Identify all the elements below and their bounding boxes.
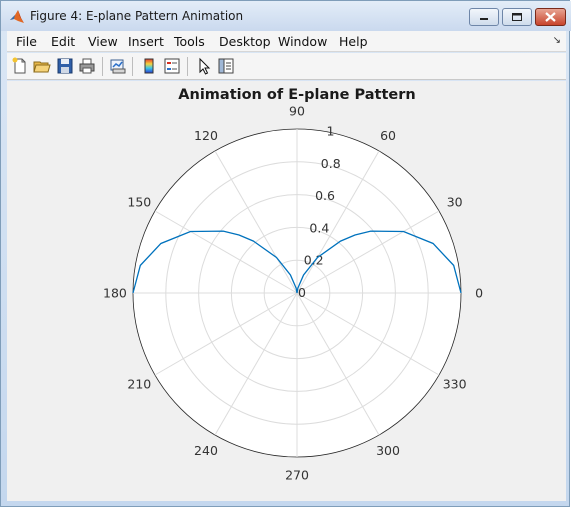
show-plot-tools-icon[interactable] bbox=[217, 57, 235, 75]
insert-legend-icon[interactable] bbox=[163, 57, 181, 75]
print-icon[interactable] bbox=[78, 57, 96, 75]
matlab-logo-icon bbox=[10, 10, 24, 23]
figure-window: Figure 4: E-plane Pattern Animation File… bbox=[0, 0, 571, 507]
radial-tick-label: 0.6 bbox=[315, 188, 335, 203]
open-file-icon[interactable] bbox=[33, 57, 51, 75]
angle-tick-label: 330 bbox=[443, 377, 467, 392]
angle-tick-label: 240 bbox=[194, 443, 218, 458]
polar-plot: Animation of E-plane Pattern 0 30 60 90 120 1… bbox=[103, 87, 483, 483]
edit-plot-arrow-icon[interactable] bbox=[195, 57, 213, 75]
dock-arrow-icon[interactable]: ↘ bbox=[553, 35, 561, 46]
link-plot-icon[interactable] bbox=[109, 57, 127, 75]
insert-colorbar-icon[interactable] bbox=[140, 57, 158, 75]
angle-tick-label: 180 bbox=[103, 286, 127, 301]
angle-tick-label: 30 bbox=[447, 194, 463, 209]
angle-tick-label: 150 bbox=[127, 194, 151, 209]
radial-tick-label: 0.8 bbox=[321, 156, 341, 171]
minimize-button[interactable] bbox=[469, 8, 499, 26]
figure-canvas[interactable]: Animation of E-plane Pattern 0 30 60 90 120 1… bbox=[7, 81, 566, 501]
menu-file[interactable]: File bbox=[16, 34, 37, 49]
maximize-icon bbox=[512, 13, 522, 21]
maximize-button[interactable] bbox=[502, 8, 532, 26]
save-icon[interactable] bbox=[56, 57, 74, 75]
angle-tick-label: 60 bbox=[380, 128, 396, 143]
menu-edit[interactable]: Edit bbox=[51, 34, 75, 49]
minimize-icon bbox=[480, 18, 488, 20]
menu-view[interactable]: View bbox=[88, 34, 118, 49]
menu-tools[interactable]: Tools bbox=[174, 34, 205, 49]
angle-tick-label: 120 bbox=[194, 128, 218, 143]
menu-desktop[interactable]: Desktop bbox=[219, 34, 271, 49]
menu-window[interactable]: Window bbox=[278, 34, 327, 49]
menu-help[interactable]: Help bbox=[339, 34, 368, 49]
radial-tick-label: 0.4 bbox=[309, 220, 329, 235]
angle-tick-label: 300 bbox=[376, 443, 400, 458]
angle-tick-label: 0 bbox=[475, 286, 483, 301]
menu-bar: File Edit View Insert Tools Desktop Wind… bbox=[7, 31, 566, 52]
window-title: Figure 4: E-plane Pattern Animation bbox=[30, 9, 244, 23]
angle-tick-label: 270 bbox=[285, 468, 309, 483]
toolbar-separator bbox=[102, 57, 103, 76]
menu-insert[interactable]: Insert bbox=[128, 34, 164, 49]
chart-title: Animation of E-plane Pattern bbox=[178, 87, 415, 103]
angle-tick-label: 210 bbox=[127, 377, 151, 392]
toolbar-separator bbox=[132, 57, 133, 76]
figure-toolbar bbox=[7, 53, 566, 80]
radial-tick-label: 0 bbox=[298, 285, 306, 300]
angle-tick-label: 90 bbox=[289, 103, 305, 118]
title-bar[interactable]: Figure 4: E-plane Pattern Animation bbox=[1, 1, 571, 31]
new-figure-icon[interactable] bbox=[11, 57, 29, 75]
close-button[interactable] bbox=[535, 8, 566, 26]
toolbar-separator bbox=[187, 57, 188, 76]
close-icon bbox=[545, 12, 556, 22]
radial-tick-label: 1 bbox=[326, 123, 334, 138]
